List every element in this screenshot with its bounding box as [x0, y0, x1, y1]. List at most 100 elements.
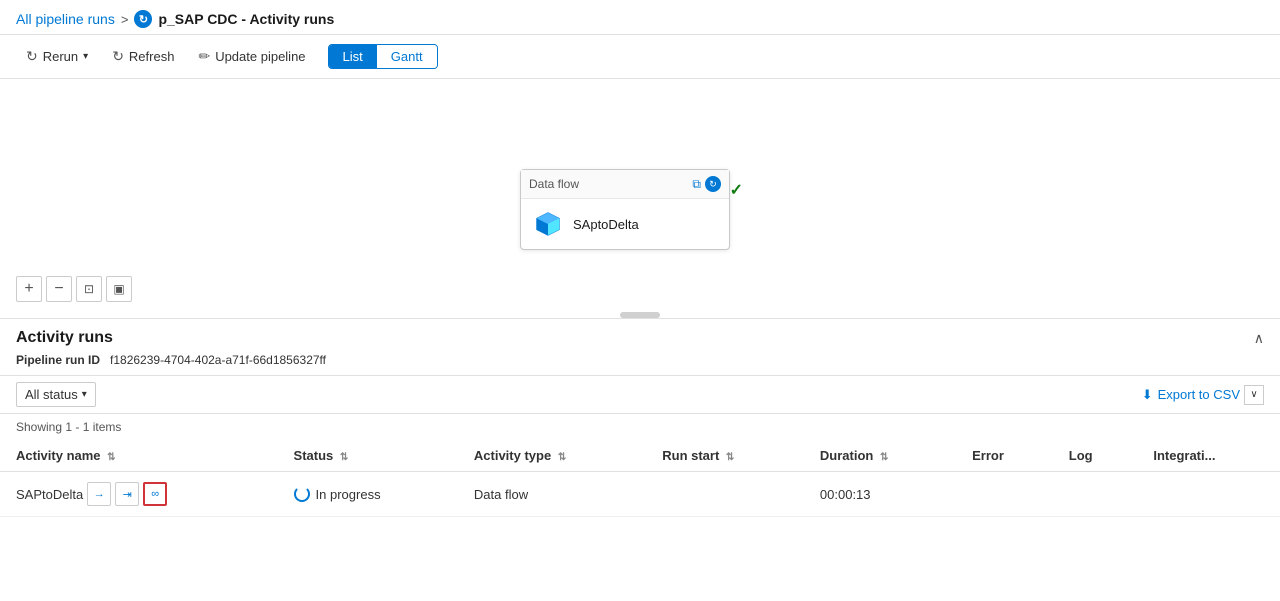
row-activity-name: SAPtoDelta: [16, 487, 83, 502]
zoom-in-button[interactable]: +: [16, 276, 42, 302]
col-activity-name-label: Activity name: [16, 448, 101, 463]
dataflow-node-header: Data flow ⧉ ↻: [521, 170, 729, 199]
pipeline-run-id-value: f1826239-4704-402a-a71f-66d1856327ff: [110, 353, 326, 367]
table-row: SAPtoDelta → ⇥ ∞: [0, 472, 1280, 517]
update-pipeline-label: Update pipeline: [215, 49, 305, 64]
pencil-icon: ✏: [198, 48, 210, 65]
refresh-label: Refresh: [129, 49, 175, 64]
breadcrumb-current-label: p_SAP CDC - Activity runs: [158, 11, 334, 27]
pipeline-run-id-label: Pipeline run ID: [16, 353, 100, 367]
fit-icon: ⊡: [84, 282, 94, 296]
activity-runs-header: Activity runs ∧: [0, 319, 1280, 351]
status-filter-dropdown[interactable]: All status ▾: [16, 382, 96, 407]
col-duration-label: Duration: [820, 448, 873, 463]
zoom-out-button[interactable]: −: [46, 276, 72, 302]
dataflow-cube-icon: [533, 209, 563, 239]
rerun-button[interactable]: ↻ Rerun ▾: [16, 43, 98, 70]
cell-activity-type: Data flow: [458, 472, 646, 517]
col-activity-type: Activity type ⇅: [458, 440, 646, 472]
cell-activity-name: SAPtoDelta → ⇥ ∞: [0, 472, 278, 517]
gantt-view-button[interactable]: Gantt: [377, 45, 437, 68]
pipeline-run-id-row: Pipeline run ID f1826239-4704-402a-a71f-…: [0, 351, 1280, 375]
pipeline-icon: [134, 10, 152, 28]
dataflow-node-body: SAptoDelta: [521, 199, 729, 249]
activity-runs-section: Activity runs ∧ Pipeline run ID f1826239…: [0, 319, 1280, 517]
col-run-start: Run start ⇅: [646, 440, 804, 472]
col-status-label: Status: [294, 448, 334, 463]
col-status-sort-icon[interactable]: ⇅: [340, 452, 348, 463]
col-error-label: Error: [972, 448, 1004, 463]
col-log-label: Log: [1069, 448, 1093, 463]
rerun-label: Rerun: [43, 49, 78, 64]
dataflow-header-label: Data flow: [529, 177, 579, 191]
col-duration: Duration ⇅: [804, 440, 956, 472]
activity-runs-table: Activity name ⇅ Status ⇅ Activity type ⇅…: [0, 440, 1280, 517]
output-arrow-icon: ⇥: [123, 488, 132, 501]
col-duration-sort-icon[interactable]: ⇅: [880, 452, 888, 463]
canvas-controls: + − ⊡ ▣: [16, 276, 132, 302]
table-header: Activity name ⇅ Status ⇅ Activity type ⇅…: [0, 440, 1280, 472]
row-duration: 00:00:13: [820, 487, 871, 502]
col-integration: Integrati...: [1137, 440, 1280, 472]
status-filter-chevron-icon: ▾: [82, 389, 87, 400]
dataflow-node[interactable]: Data flow ⧉ ↻ SAptoDelta ✓: [520, 169, 730, 250]
col-activity-name: Activity name ⇅: [0, 440, 278, 472]
success-checkmark-icon: ✓: [730, 180, 743, 200]
dataflow-activity-name: SAptoDelta: [573, 217, 639, 232]
col-activity-type-sort-icon[interactable]: ⇅: [558, 452, 566, 463]
export-to-csv-button[interactable]: ⬇ Export to CSV: [1142, 387, 1240, 403]
download-icon: ⬇: [1142, 387, 1153, 403]
node-refresh-icon[interactable]: ↻: [705, 176, 721, 192]
cell-duration: 00:00:13: [804, 472, 956, 517]
pipeline-canvas: Data flow ⧉ ↻ SAptoDelta ✓ + − ⊡: [0, 79, 1280, 319]
col-activity-name-sort-icon[interactable]: ⇅: [107, 452, 115, 463]
breadcrumb-parent-link[interactable]: All pipeline runs: [16, 11, 115, 27]
view-toggle: List Gantt: [328, 44, 438, 69]
input-arrow-icon: →: [94, 488, 105, 500]
cell-run-start: [646, 472, 804, 517]
row-status: In progress: [316, 487, 381, 502]
activity-runs-title: Activity runs: [16, 329, 113, 347]
rerun-chevron-icon: ▾: [83, 51, 88, 62]
divider-handle[interactable]: [620, 312, 660, 318]
cell-status: In progress: [278, 472, 458, 517]
status-filter-label: All status: [25, 387, 78, 402]
rerun-icon: ↻: [26, 48, 38, 65]
breadcrumb-current: p_SAP CDC - Activity runs: [134, 10, 334, 28]
collapse-button[interactable]: ∧: [1254, 330, 1264, 347]
breadcrumb: All pipeline runs > p_SAP CDC - Activity…: [0, 0, 1280, 35]
items-count: Showing 1 - 1 items: [0, 414, 1280, 440]
col-status: Status ⇅: [278, 440, 458, 472]
export-chevron-button[interactable]: ∨: [1244, 385, 1264, 405]
col-run-start-label: Run start: [662, 448, 719, 463]
col-integration-label: Integrati...: [1153, 448, 1215, 463]
cell-integration: [1137, 472, 1280, 517]
fit-to-screen-button[interactable]: ⊡: [76, 276, 102, 302]
refresh-icon: ↻: [112, 48, 124, 65]
update-pipeline-button[interactable]: ✏ Update pipeline: [188, 43, 315, 70]
col-error: Error: [956, 440, 1053, 472]
details-link-icon: ∞: [151, 488, 159, 500]
export-label: Export to CSV: [1158, 387, 1240, 402]
table-body: SAPtoDelta → ⇥ ∞: [0, 472, 1280, 517]
dataflow-header-icons: ⧉ ↻: [692, 176, 721, 192]
toolbar: ↻ Rerun ▾ ↻ Refresh ✏ Update pipeline Li…: [0, 35, 1280, 79]
cell-error: [956, 472, 1053, 517]
external-link-icon[interactable]: ⧉: [692, 177, 701, 192]
breadcrumb-separator: >: [121, 12, 129, 27]
filter-row: All status ▾ ⬇ Export to CSV ∨: [0, 375, 1280, 414]
frame-button[interactable]: ▣: [106, 276, 132, 302]
col-activity-type-label: Activity type: [474, 448, 551, 463]
frame-icon: ▣: [113, 282, 124, 296]
row-activity-type: Data flow: [474, 487, 528, 502]
output-icon-button[interactable]: ⇥: [115, 482, 139, 506]
input-icon-button[interactable]: →: [87, 482, 111, 506]
cell-log: [1053, 472, 1138, 517]
col-run-start-sort-icon[interactable]: ⇅: [726, 452, 734, 463]
refresh-button[interactable]: ↻ Refresh: [102, 43, 184, 70]
list-view-button[interactable]: List: [329, 45, 377, 68]
details-icon-button[interactable]: ∞: [143, 482, 167, 506]
export-area: ⬇ Export to CSV ∨: [1142, 385, 1264, 405]
col-log: Log: [1053, 440, 1138, 472]
status-spinner-icon: [294, 486, 310, 502]
